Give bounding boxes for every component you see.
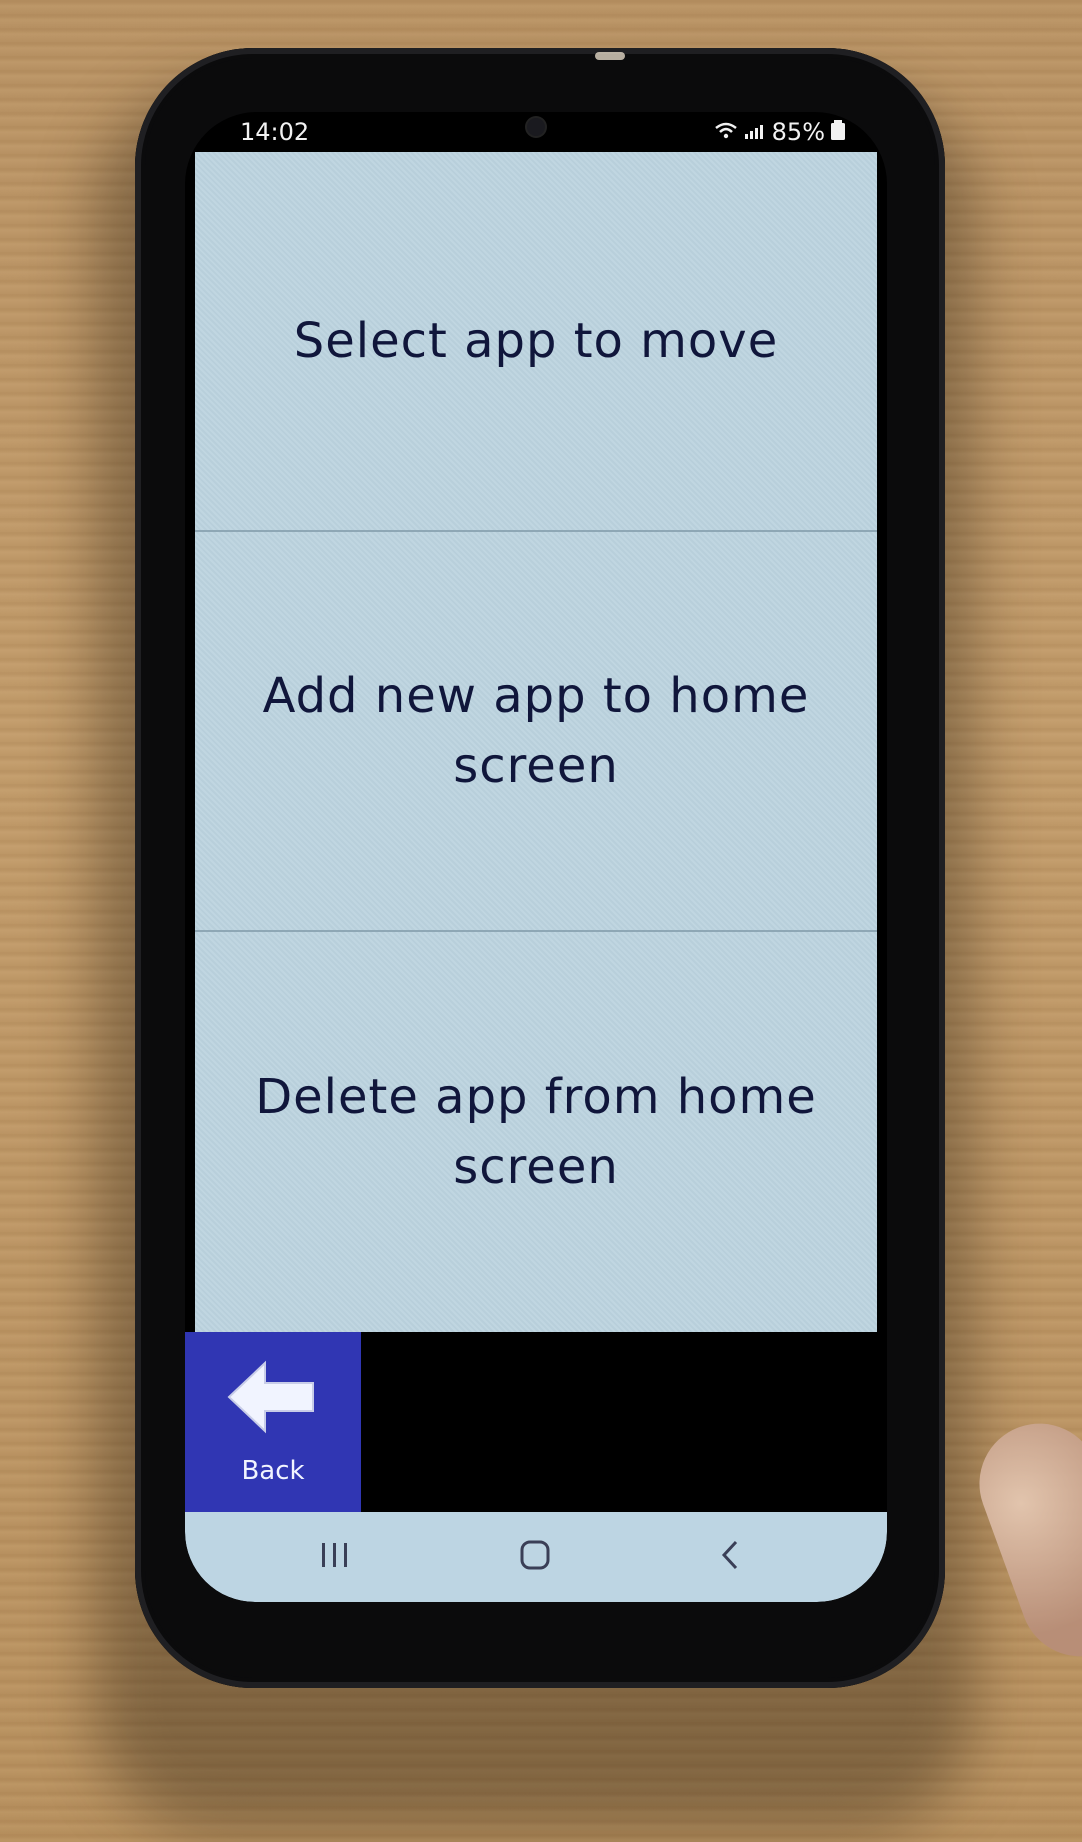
recent-apps-icon [318, 1540, 352, 1574]
front-camera [527, 118, 545, 136]
back-label: Back [241, 1455, 305, 1486]
delete-app-from-home-label: Delete app from home screen [255, 1069, 817, 1195]
status-time: 14:02 [240, 118, 310, 146]
system-back-button[interactable] [700, 1534, 760, 1580]
home-button[interactable] [505, 1534, 565, 1580]
battery-icon [831, 118, 845, 146]
status-bar: 14:02 85% [185, 112, 887, 152]
recent-apps-button[interactable] [305, 1534, 365, 1580]
select-app-to-move-button[interactable]: Select app to move [195, 152, 877, 532]
app-management-menu: Select app to move Add new app to home s… [195, 152, 877, 1332]
arrow-left-icon [227, 1359, 319, 1442]
add-app-to-home-label: Add new app to home screen [262, 668, 810, 794]
signal-icon [744, 118, 766, 146]
add-app-to-home-button[interactable]: Add new app to home screen [195, 532, 877, 932]
home-icon [518, 1538, 552, 1576]
back-chevron-icon [718, 1538, 742, 1576]
system-navigation-bar [185, 1512, 887, 1602]
delete-app-from-home-button[interactable]: Delete app from home screen [195, 932, 877, 1332]
back-button[interactable]: Back [185, 1332, 361, 1512]
bottom-action-bar: Back [185, 1332, 887, 1512]
battery-percent: 85% [771, 118, 825, 146]
phone-top-highlight [595, 52, 625, 60]
select-app-to-move-label: Select app to move [293, 313, 779, 369]
phone-screen: 14:02 85% Select app to move Add new app… [185, 112, 887, 1602]
wifi-icon [714, 118, 738, 146]
status-indicators: 85% [714, 118, 845, 146]
